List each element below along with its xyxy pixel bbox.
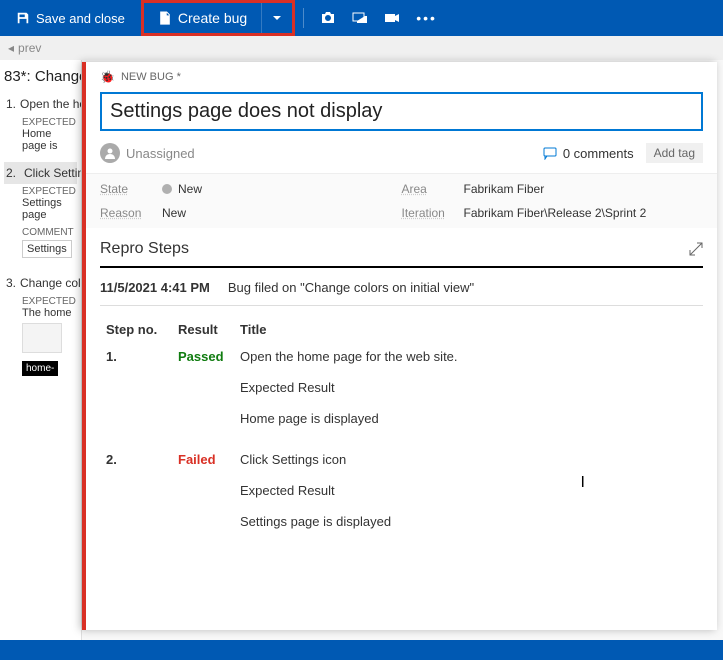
create-bug-label: Create bug	[178, 10, 247, 26]
expected-label: EXPECTED	[22, 296, 77, 307]
state-dot-icon	[162, 184, 172, 194]
comments-count: 0 comments	[563, 146, 634, 161]
save-icon	[16, 11, 30, 25]
repro-step-row: 1.PassedOpen the home page for the web s…	[102, 345, 701, 446]
chevron-down-icon	[272, 13, 282, 23]
test-step-2[interactable]: 2. Click Settings	[4, 162, 77, 184]
toolbar-divider	[303, 8, 304, 28]
assignee-picker[interactable]: Unassigned	[100, 143, 195, 163]
create-bug-highlight: Create bug	[141, 0, 295, 36]
create-bug-button[interactable]: Create bug	[144, 3, 261, 33]
bug-fields: State New Reason New Area Fabrikam Fiber…	[86, 173, 717, 228]
step-num: 1.	[102, 345, 172, 446]
chevron-left-icon: ◂	[8, 41, 14, 55]
repro-context: Bug filed on "Change colors on initial v…	[228, 280, 474, 295]
bug-type-label: NEW BUG *	[121, 71, 181, 83]
state-label: State	[100, 182, 148, 196]
more-button[interactable]: •••	[408, 0, 445, 36]
expected-label: EXPECTED	[22, 186, 77, 197]
step-result: Passed	[174, 345, 234, 446]
expand-icon[interactable]	[689, 242, 703, 256]
area-label: Area	[402, 182, 450, 196]
comments-link[interactable]: 0 comments	[543, 146, 634, 161]
state-field[interactable]: New	[162, 182, 202, 196]
repro-heading: Repro Steps	[100, 240, 189, 258]
assignee-label: Unassigned	[126, 146, 195, 161]
prev-label: prev	[18, 41, 41, 55]
prev-bar[interactable]: ◂ prev	[0, 36, 723, 60]
record-button[interactable]	[376, 0, 408, 36]
document-icon	[158, 11, 172, 25]
thumbnail[interactable]	[22, 323, 62, 353]
bug-title-input[interactable]	[100, 92, 703, 131]
repro-timestamp: 11/5/2021 4:41 PM	[100, 280, 210, 295]
rectangle-icon	[352, 10, 368, 26]
step-num: 2.	[102, 448, 172, 549]
bug-icon: 🐞	[100, 70, 115, 84]
step-detail: Click Settings iconExpected ResultSettin…	[236, 448, 701, 549]
expected-label: EXPECTED	[22, 117, 77, 128]
screenshot-button[interactable]	[312, 0, 344, 36]
bug-meta-row: Unassigned 0 comments Add tag	[86, 139, 717, 173]
step-detail: Open the home page for the web site.Expe…	[236, 345, 701, 446]
camera-icon	[320, 10, 336, 26]
repro-step-row: 2.FailedClick Settings iconExpected Resu…	[102, 448, 701, 549]
repro-body: 11/5/2021 4:41 PM Bug filed on "Change c…	[86, 266, 717, 630]
test-step-1[interactable]: 1. Open the home	[4, 93, 77, 115]
test-step-3[interactable]: 3. Change color	[4, 272, 77, 294]
comment-input[interactable]: Settings	[22, 240, 72, 258]
bug-type-header: 🐞 NEW BUG *	[86, 62, 717, 88]
save-close-label: Save and close	[36, 11, 125, 26]
test-steps-panel: 83*: Change colors 1. Open the home EXPE…	[0, 60, 82, 640]
top-toolbar: Save and close Create bug •••	[0, 0, 723, 36]
step-result: Failed	[174, 448, 234, 549]
reason-label: Reason	[100, 206, 148, 220]
test-case-title: 83*: Change colors	[4, 68, 77, 85]
col-title-header: Title	[236, 316, 701, 343]
reason-field[interactable]: New	[162, 206, 186, 220]
expected-value: Settings page	[22, 197, 77, 221]
area-field[interactable]: Fabrikam Fiber	[464, 182, 545, 196]
divider	[100, 266, 703, 268]
create-bug-dropdown[interactable]	[261, 3, 292, 33]
ellipsis-icon: •••	[416, 10, 437, 26]
save-close-button[interactable]: Save and close	[6, 0, 135, 36]
repro-table: Step no. Result Title 1.PassedOpen the h…	[100, 314, 703, 551]
comment-icon	[543, 146, 557, 160]
video-icon	[384, 10, 400, 26]
avatar-icon	[100, 143, 120, 163]
add-tag-button[interactable]: Add tag	[646, 143, 703, 163]
repro-steps-header: Repro Steps	[86, 228, 717, 266]
bottom-bar	[0, 640, 723, 660]
capture-button[interactable]	[344, 0, 376, 36]
col-result-header: Result	[174, 316, 234, 343]
expected-value: Home page is	[22, 128, 77, 152]
attachment-chip[interactable]: home-	[22, 361, 58, 376]
iteration-field[interactable]: Fabrikam Fiber\Release 2\Sprint 2	[464, 206, 647, 220]
col-step-header: Step no.	[102, 316, 172, 343]
new-bug-panel: 🐞 NEW BUG * Unassigned 0 comments Add ta…	[82, 62, 717, 630]
expected-value: The home	[22, 307, 77, 319]
text-cursor-icon: I	[581, 474, 585, 492]
iteration-label: Iteration	[402, 206, 450, 220]
comment-label: COMMENT	[22, 227, 77, 238]
